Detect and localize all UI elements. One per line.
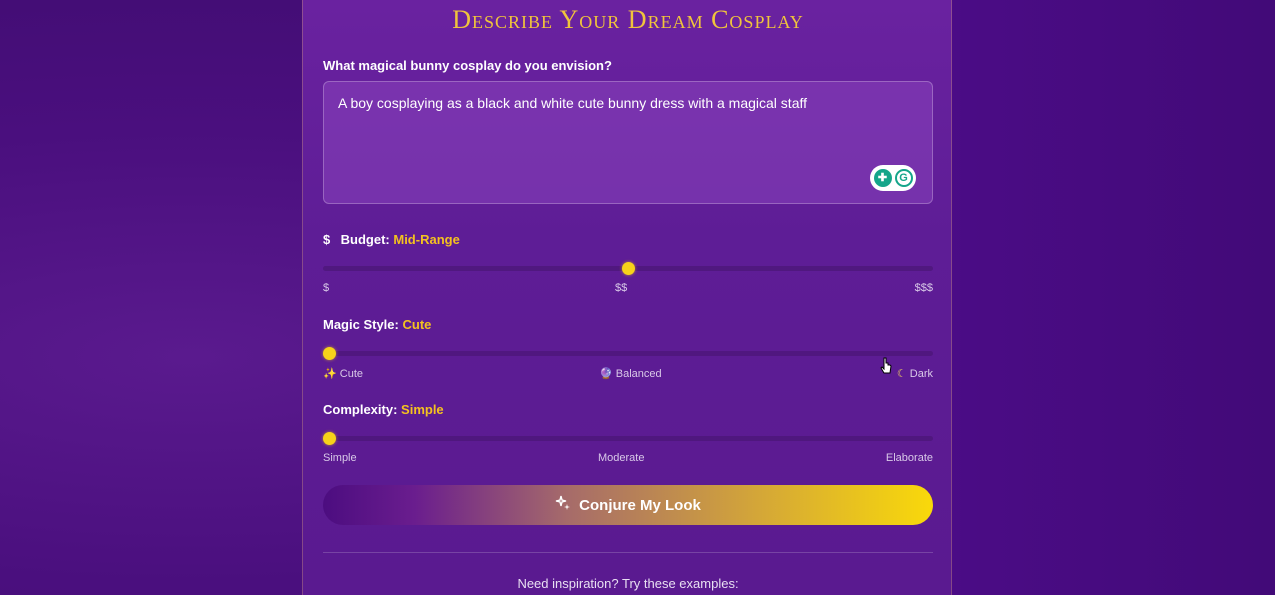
cosplay-description-textarea[interactable]: A boy cosplaying as a black and white cu… [323, 81, 933, 204]
prompt-label: What magical bunny cosplay do you envisi… [323, 58, 612, 73]
magic-style-slider-track[interactable] [323, 347, 933, 360]
budget-label-text: Budget: [340, 232, 390, 247]
grammarly-widget[interactable]: ✚ G [870, 165, 916, 191]
cosplay-description-text: A boy cosplaying as a black and white cu… [338, 95, 808, 111]
conjure-my-look-button[interactable]: Conjure My Look [323, 485, 933, 525]
budget-tick-high: $$$ [914, 282, 933, 294]
magic-style-tick-dark-label: Dark [909, 368, 933, 380]
budget-ticks: $ $$ $$$ [323, 282, 933, 296]
page-title: Describe Your Dream Cosplay [452, 5, 804, 34]
cosplay-form-panel: Describe Your Dream Cosplay What magical… [302, 0, 952, 595]
background-right [945, 0, 1275, 595]
complexity-tick-simple: Simple [323, 452, 357, 464]
magic-style-label: Magic Style: Cute [323, 317, 431, 332]
budget-tick-mid: $$ [615, 282, 628, 294]
magic-style-tick-balanced-label: Balanced [615, 368, 662, 380]
magic-style-tick-cute-label: Cute [339, 368, 364, 380]
grammarly-logo-icon[interactable]: G [894, 169, 913, 187]
complexity-tick-elaborate: Elaborate [885, 452, 933, 464]
conjure-button-label: Conjure My Look [579, 496, 701, 514]
budget-slider-track[interactable] [323, 262, 933, 275]
sparkle-icon: ✨ [323, 368, 337, 380]
complexity-label-text: Complexity: [323, 402, 398, 417]
magic-style-tick-dark: ☾ Dark [897, 367, 933, 380]
magic-style-label-text: Magic Style: [323, 317, 399, 332]
budget-slider-thumb[interactable] [622, 262, 635, 275]
budget-tick-low: $ [323, 282, 330, 294]
section-divider [323, 552, 933, 553]
complexity-slider-thumb[interactable] [323, 432, 336, 445]
moon-icon: ☾ [896, 368, 907, 380]
magic-style-tick-cute: ✨ Cute [323, 367, 363, 380]
complexity-tick-moderate: Moderate [598, 452, 645, 464]
complexity-slider-track[interactable] [323, 432, 933, 445]
crystal-ball-icon: 🔮 [599, 368, 613, 380]
budget-value: Mid-Range [393, 232, 460, 247]
mouse-pointer-icon [880, 357, 892, 374]
budget-label: $ Budget: Mid-Range [323, 232, 460, 247]
complexity-value: Simple [401, 402, 444, 417]
magic-style-tick-balanced: 🔮 Balanced [599, 367, 662, 380]
complexity-label: Complexity: Simple [323, 402, 444, 417]
dollar-icon: $ [323, 232, 331, 247]
magic-style-ticks: ✨ Cute 🔮 Balanced ☾ Dark [323, 367, 933, 381]
grammarly-suggestion-icon[interactable]: ✚ [873, 169, 892, 187]
complexity-ticks: Simple Moderate Elaborate [323, 452, 933, 466]
wand-sparkle-icon [555, 495, 571, 515]
inspiration-text: Need inspiration? Try these examples: [517, 576, 739, 591]
magic-style-value: Cute [402, 317, 432, 332]
magic-style-slider-thumb[interactable] [323, 347, 336, 360]
